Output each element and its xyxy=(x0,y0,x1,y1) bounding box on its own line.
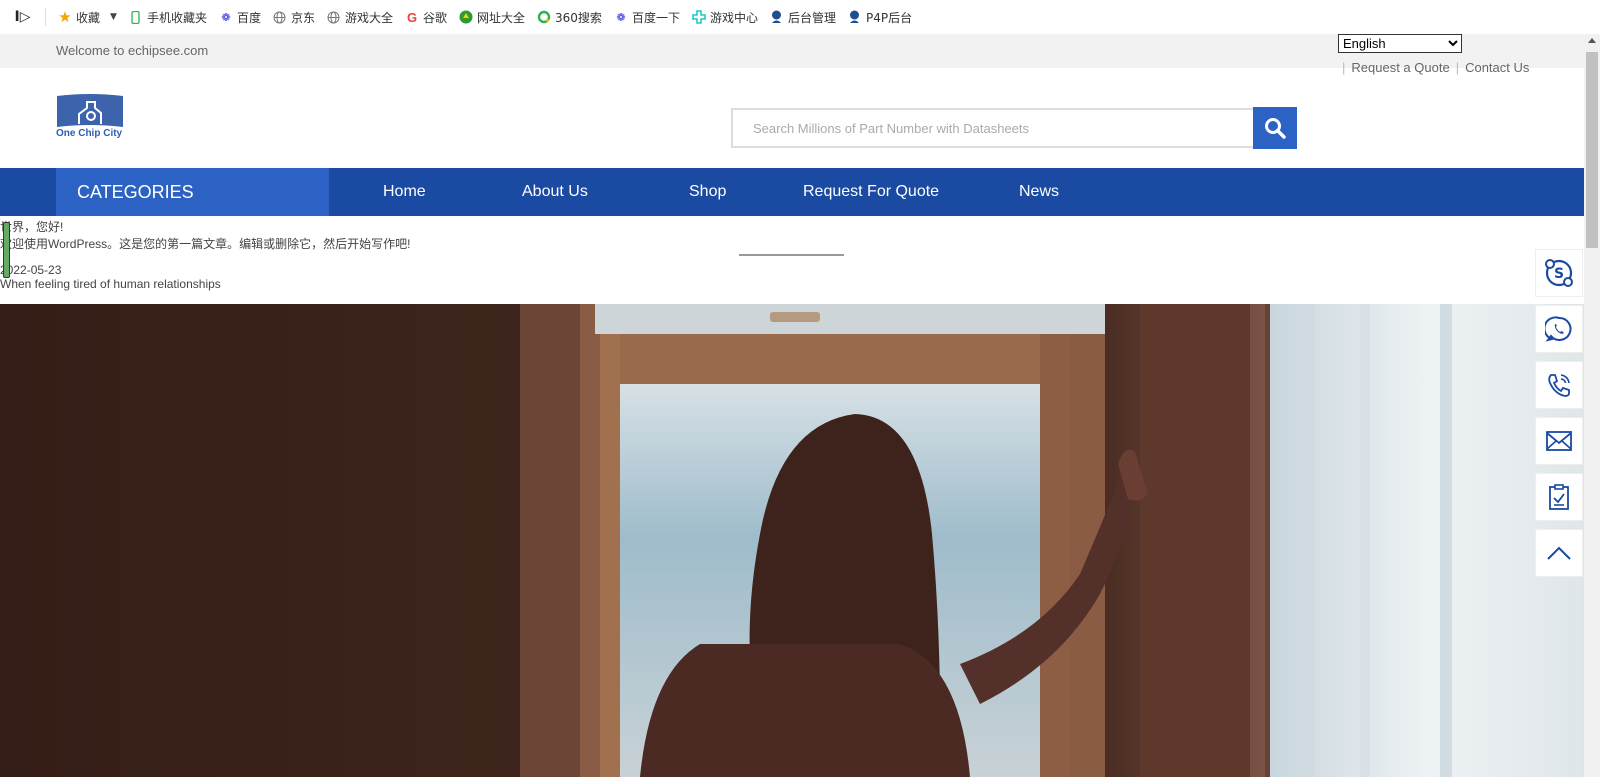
globe-icon xyxy=(327,10,341,24)
nav-shop[interactable]: Shop xyxy=(689,168,726,216)
quote-button[interactable] xyxy=(1535,473,1583,521)
svg-text:S: S xyxy=(1554,266,1564,282)
logo-text: One Chip City xyxy=(56,128,123,139)
clipboard-icon xyxy=(1549,484,1569,510)
baidu-paw-icon: ❁ xyxy=(221,10,231,24)
scroll-up-arrow-icon[interactable] xyxy=(1588,38,1596,43)
language-select[interactable]: English xyxy=(1338,34,1462,53)
admin-icon xyxy=(770,10,784,24)
hero-banner-image xyxy=(0,304,1584,777)
skype-button[interactable]: S xyxy=(1535,249,1583,297)
bookmark-game-center[interactable]: 游戏中心 xyxy=(692,9,758,26)
request-quote-link[interactable]: Request a Quote xyxy=(1351,60,1449,75)
search-bar xyxy=(731,107,1297,149)
scrollbar-thumb[interactable] xyxy=(1586,52,1598,248)
search-icon xyxy=(1265,118,1286,139)
post-title-link[interactable]: When feeling tired of human relationship… xyxy=(0,277,221,291)
email-icon xyxy=(1546,431,1572,451)
hero-photo xyxy=(0,304,1584,777)
back-to-top-icon xyxy=(1547,546,1571,560)
star-icon: ★ xyxy=(58,8,72,26)
search-input[interactable] xyxy=(731,108,1254,148)
page-scrollbar[interactable] xyxy=(1584,34,1600,777)
bookmark-favorites[interactable]: ★ 收藏 ▼ xyxy=(58,8,117,26)
bookmark-google[interactable]: G 谷歌 xyxy=(405,9,447,26)
bookmark-jd[interactable]: 京东 xyxy=(273,9,315,26)
navigation-icon xyxy=(459,10,473,24)
nav-about-us[interactable]: About Us xyxy=(522,168,588,216)
bookmark-p4p[interactable]: P4P后台 xyxy=(848,9,912,26)
google-icon: G xyxy=(406,9,418,25)
whatsapp-button[interactable] xyxy=(1535,305,1583,353)
bookmark-mobile[interactable]: 手机收藏夹 xyxy=(129,9,207,26)
sidebar-toggle-icon[interactable]: I▷ xyxy=(0,8,46,26)
phone-call-icon xyxy=(1548,374,1570,397)
bookmark-hao123[interactable]: 网址大全 xyxy=(459,9,525,26)
main-nav: CATEGORIES Home About Us Shop Request Fo… xyxy=(0,168,1584,216)
welcome-text: Welcome to echipsee.com xyxy=(56,43,209,58)
baidu-paw-icon: ❁ xyxy=(616,10,626,24)
post-excerpt: 欢迎使用WordPress。这是您的第一篇文章。编辑或删除它，然后开始写作吧! xyxy=(0,237,411,251)
admin-icon xyxy=(848,10,862,24)
bookmark-games[interactable]: 游戏大全 xyxy=(327,9,393,26)
bookmark-360[interactable]: 360搜索 xyxy=(537,9,602,26)
top-links: | Request a Quote | Contact Us xyxy=(1342,60,1530,75)
slider-indicator xyxy=(739,254,844,256)
back-to-top-button[interactable] xyxy=(1535,529,1583,577)
nav-home[interactable]: Home xyxy=(383,168,426,216)
chevron-down-icon[interactable]: ▼ xyxy=(110,12,117,22)
skype-icon: S xyxy=(1545,259,1573,287)
email-button[interactable] xyxy=(1535,417,1583,465)
nav-news[interactable]: News xyxy=(1019,168,1059,216)
phone-icon xyxy=(129,10,143,24)
contact-us-link[interactable]: Contact Us xyxy=(1465,60,1529,75)
vertical-handle[interactable] xyxy=(3,222,10,278)
bookmark-baidu[interactable]: ❁ 百度 xyxy=(219,9,261,26)
globe-icon xyxy=(273,10,287,24)
game-cross-icon xyxy=(692,10,706,24)
bookmarks-bar: I▷ ★ 收藏 ▼ 手机收藏夹 ❁ 百度 京东 游戏大全 G 谷歌 网址大全 3… xyxy=(0,0,1600,34)
nav-request-for-quote[interactable]: Request For Quote xyxy=(803,168,939,216)
bookmark-admin[interactable]: 后台管理 xyxy=(770,9,836,26)
categories-menu[interactable]: CATEGORIES xyxy=(56,168,329,216)
floating-contact-bar: S xyxy=(1535,249,1583,585)
phone-button[interactable] xyxy=(1535,361,1583,409)
search-360-icon xyxy=(537,10,551,24)
whatsapp-icon xyxy=(1545,316,1572,342)
search-button[interactable] xyxy=(1253,107,1297,149)
bookmark-baidu-search[interactable]: ❁ 百度一下 xyxy=(614,9,680,26)
